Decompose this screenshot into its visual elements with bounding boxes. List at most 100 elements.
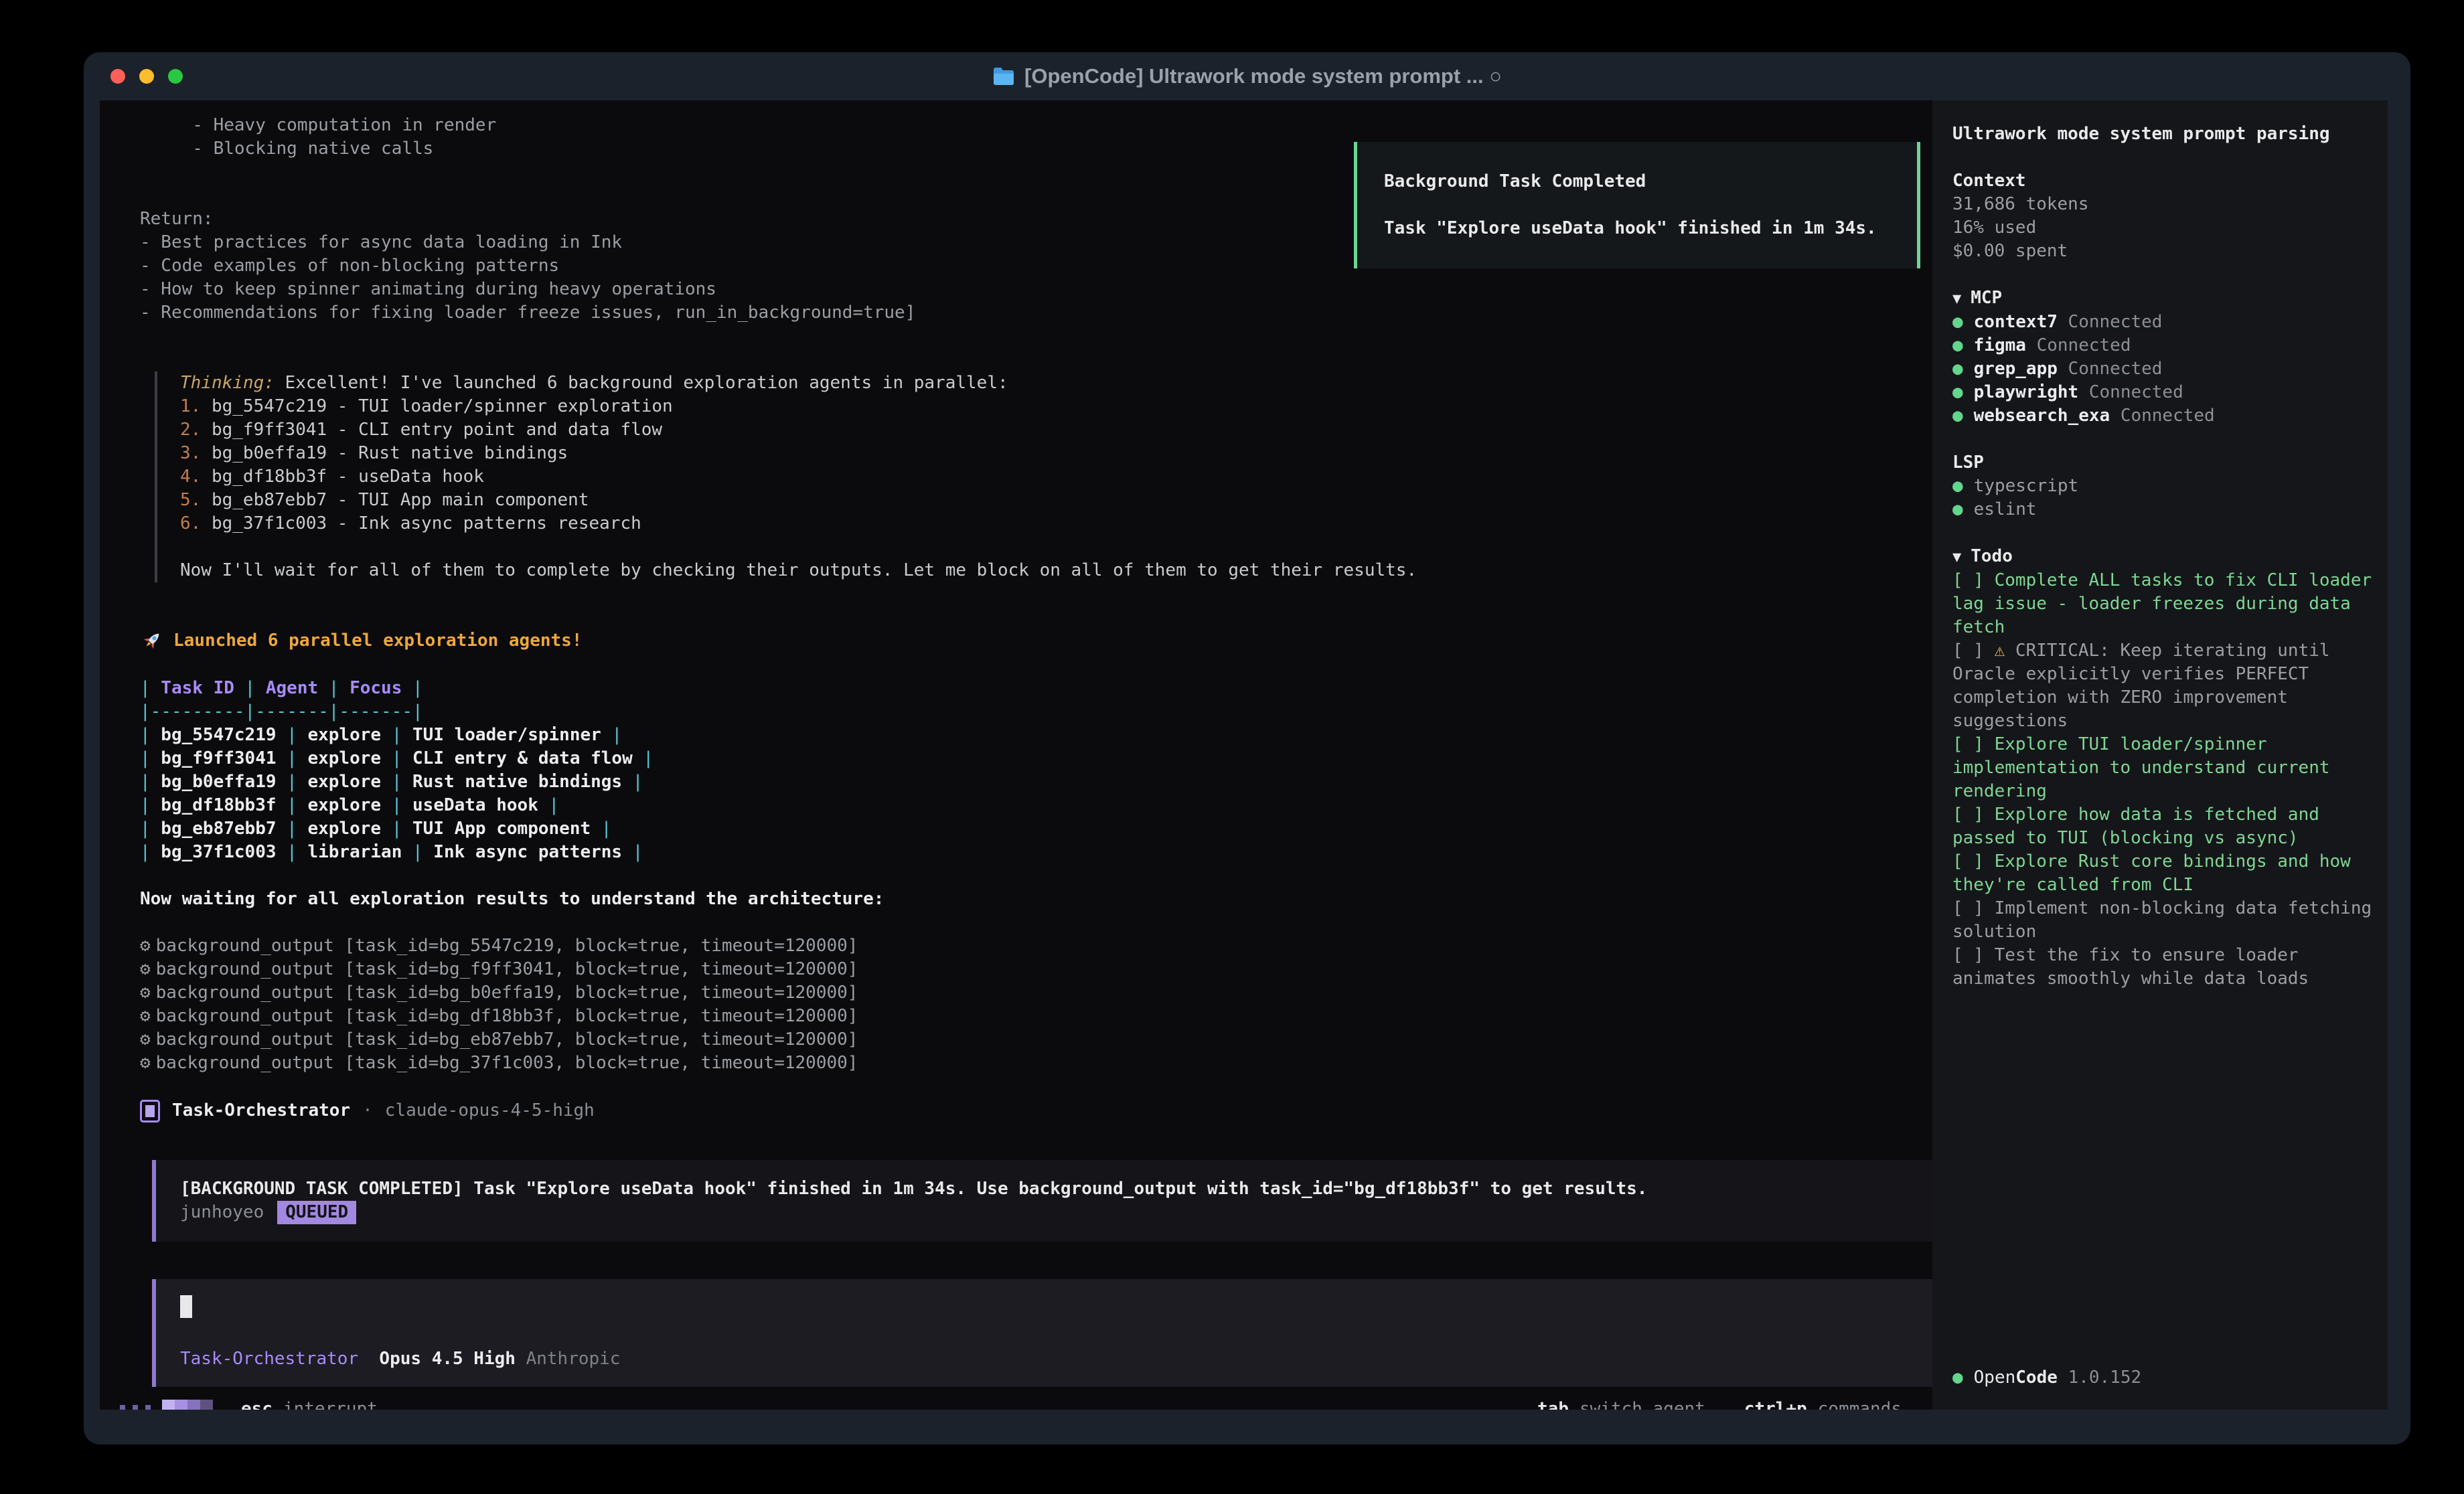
tool-call-line: ⚙background_output [task_id=bg_37f1c003,…: [140, 1052, 1932, 1075]
rocket-icon: [140, 630, 163, 653]
gear-icon: ⚙: [140, 983, 151, 1003]
completed-message: [BACKGROUND TASK COMPLETED] Task "Explor…: [180, 1177, 1932, 1201]
prompt-input[interactable]: Task-Orchestrator Opus 4.5 High Anthropi…: [152, 1279, 1932, 1387]
tool-call-list: ⚙background_output [task_id=bg_5547c219,…: [140, 934, 1932, 1075]
gear-icon: ⚙: [140, 959, 151, 979]
agent-icon: [140, 1100, 160, 1123]
gear-icon: ⚙: [140, 936, 151, 956]
mcp-heading-row[interactable]: ▼MCP: [1952, 286, 2373, 311]
agent-separator: ·: [362, 1099, 373, 1123]
terminal-content: - Heavy computation in render - Blocking…: [100, 100, 2388, 1410]
table-row: | bg_f9ff3041 | explore | CLI entry & da…: [140, 747, 1932, 770]
todo-item: [ ] Explore how data is fetched and pass…: [1952, 803, 2373, 850]
table-row: | bg_b0effa19 | explore | Rust native bi…: [140, 770, 1932, 794]
output-line: - Recommendations for fixing loader free…: [140, 301, 1932, 325]
table-row: | bg_5547c219 | explore | TUI loader/spi…: [140, 724, 1932, 747]
notification-body: Task "Explore useData hook" finished in …: [1384, 217, 1904, 240]
context-tokens: 31,686 tokens: [1952, 193, 2373, 216]
status-dot-icon: ●: [1952, 1367, 1963, 1388]
status-dot-icon: ●: [1952, 476, 1963, 496]
table-header-row: | Task ID | Agent | Focus |: [140, 677, 1932, 700]
completed-user: junhoyeo: [180, 1201, 264, 1224]
thinking-outro: Now I'll wait for all of them to complet…: [180, 559, 1932, 582]
todo-item: [ ] Complete ALL tasks to fix CLI loader…: [1952, 569, 2373, 639]
status-dot-icon: ●: [1952, 406, 1963, 426]
status-dot-icon: ●: [1952, 312, 1963, 332]
todo-section: ▼Todo [ ] Complete ALL tasks to fix CLI …: [1952, 545, 2373, 991]
table-separator-row: |---------|-------|-------|: [140, 700, 1932, 724]
tool-call-line: ⚙background_output [task_id=bg_b0effa19,…: [140, 981, 1932, 1005]
ctrlp-key-label: commands: [1818, 1398, 1902, 1410]
mcp-item: ●grep_app Connected: [1952, 357, 2373, 381]
lsp-item: ●eslint: [1952, 498, 2373, 521]
mcp-item: ●figma Connected: [1952, 334, 2373, 357]
todo-heading-row[interactable]: ▼Todo: [1952, 545, 2373, 569]
app-version: 1.0.152: [2068, 1367, 2142, 1388]
tool-call-line: ⚙background_output [task_id=bg_5547c219,…: [140, 934, 1932, 958]
agent-name: Task-Orchestrator: [172, 1099, 350, 1123]
tool-call-line: ⚙background_output [task_id=bg_df18bb3f,…: [140, 1005, 1932, 1028]
warning-icon: ⚠: [1995, 641, 2005, 661]
mcp-section: ▼MCP ●context7 Connected●figma Connected…: [1952, 286, 2373, 428]
window-title: [OpenCode] Ultrawork mode system prompt …: [1024, 64, 1502, 88]
lsp-item: ●typescript: [1952, 475, 2373, 498]
thinking-list-item: 5. bg_eb87ebb7 - TUI App main component: [180, 489, 1932, 512]
tab-key-hint: tab: [1537, 1398, 1569, 1410]
chevron-down-icon: ▼: [1952, 290, 1961, 307]
tab-key-label: switch agent: [1580, 1398, 1705, 1410]
table-row: | bg_37f1c003 | librarian | Ink async pa…: [140, 841, 1932, 864]
thinking-list-item: 3. bg_b0effa19 - Rust native bindings: [180, 442, 1932, 465]
table-row: | bg_df18bb3f | explore | useData hook |: [140, 794, 1932, 817]
mcp-item: ●context7 Connected: [1952, 311, 2373, 334]
agent-model: claude-opus-4-5-high: [385, 1099, 595, 1123]
session-title: Ultrawork mode system prompt parsing: [1952, 122, 2373, 146]
todo-item: [ ] Explore TUI loader/spinner implement…: [1952, 733, 2373, 803]
tool-call-line: ⚙background_output [task_id=bg_f9ff3041,…: [140, 958, 1932, 981]
input-provider: Anthropic: [526, 1349, 621, 1369]
mcp-item: ●websearch_exa Connected: [1952, 404, 2373, 428]
toast-notification[interactable]: Background Task Completed Task "Explore …: [1354, 142, 1920, 268]
gear-icon: ⚙: [140, 1006, 151, 1026]
waiting-line: Now waiting for all exploration results …: [140, 888, 1932, 911]
thinking-list-item: 6. bg_37f1c003 - Ink async patterns rese…: [180, 512, 1932, 535]
text-cursor: [180, 1295, 192, 1318]
spinner-icon: [120, 1400, 213, 1410]
input-agent: Task-Orchestrator: [180, 1349, 358, 1369]
status-dot-icon: ●: [1952, 499, 1963, 519]
todo-item: [ ] Implement non-blocking data fetching…: [1952, 897, 2373, 944]
ctrlp-key-hint: ctrl+p: [1744, 1398, 1807, 1410]
lsp-section: LSP ●typescript●eslint: [1952, 451, 2373, 521]
thinking-intro: Thinking: Excellent! I've launched 6 bac…: [180, 371, 1932, 395]
output-line: - Heavy computation in render: [140, 114, 1932, 137]
titlebar[interactable]: [OpenCode] Ultrawork mode system prompt …: [84, 52, 2410, 100]
announcement-text: Launched 6 parallel exploration agents!: [173, 629, 582, 653]
queued-badge: QUEUED: [277, 1201, 356, 1224]
context-spent: $0.00 spent: [1952, 240, 2373, 263]
folder-icon: [992, 67, 1015, 86]
lsp-heading: LSP: [1952, 451, 2373, 475]
sidebar[interactable]: Ultrawork mode system prompt parsing Con…: [1932, 100, 2388, 1410]
agents-table: | Task ID | Agent | Focus ||---------|--…: [140, 677, 1932, 864]
todo-item: [ ] Test the fix to ensure loader animat…: [1952, 944, 2373, 991]
conversation-area[interactable]: - Heavy computation in render - Blocking…: [100, 100, 1932, 1410]
status-dot-icon: ●: [1952, 359, 1963, 379]
output-line: - How to keep spinner animating during h…: [140, 278, 1932, 301]
notification-title: Background Task Completed: [1384, 170, 1904, 193]
todo-item: [ ] ⚠ CRITICAL: Keep iterating until Ora…: [1952, 639, 2373, 733]
thinking-list-item: 4. bg_df18bb3f - useData hook: [180, 465, 1932, 489]
todo-item: [ ] Explore Rust core bindings and how t…: [1952, 850, 2373, 897]
mcp-item: ●playwright Connected: [1952, 381, 2373, 404]
context-section: Context 31,686 tokens 16% used $0.00 spe…: [1952, 169, 2373, 263]
background-task-completed-box: [BACKGROUND TASK COMPLETED] Task "Explor…: [152, 1160, 1932, 1242]
agent-footer: Task-Orchestrator · claude-opus-4-5-high: [140, 1099, 1932, 1123]
table-row: | bg_eb87ebb7 | explore | TUI App compon…: [140, 817, 1932, 841]
input-model: Opus 4.5 High: [379, 1349, 516, 1369]
tool-call-line: ⚙background_output [task_id=bg_eb87ebb7,…: [140, 1028, 1932, 1052]
gear-icon: ⚙: [140, 1029, 151, 1050]
thinking-list-item: 2. bg_f9ff3041 - CLI entry point and dat…: [180, 418, 1932, 442]
esc-key-label: interrupt: [283, 1398, 378, 1410]
announcement-line: Launched 6 parallel exploration agents!: [140, 629, 1932, 653]
context-heading: Context: [1952, 169, 2373, 193]
thinking-block: Thinking: Excellent! I've launched 6 bac…: [155, 371, 1932, 582]
status-bar: esc interrupt tab switch agent ctrl+p co…: [120, 1398, 1902, 1410]
